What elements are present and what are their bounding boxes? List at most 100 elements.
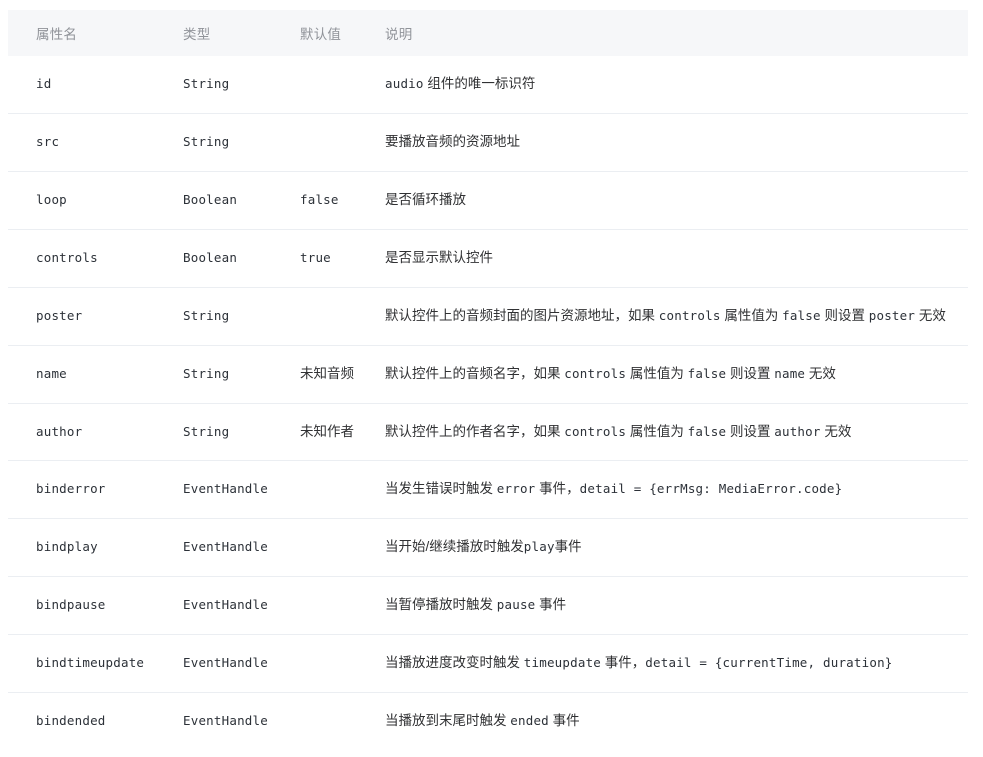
description-fragment: 当暂停播放时触发 [385,597,497,613]
table-row: loop Boolean false 是否循环播放 [8,171,968,230]
attribute-name-text: id [36,76,52,91]
description-fragment: 组件的唯一标识符 [423,76,536,91]
attribute-name-text: src [36,133,60,149]
description-fragment: 当发生错误时触发 [385,481,497,497]
table-row: poster String 默认控件上的音频封面的图片资源地址，如果 control… [8,287,968,346]
cell-description: 当发生错误时触发 error 事件，detail = {errMsg: Medi… [377,460,968,520]
table-row: name String 未知音频 默认控件上的音频名字，如果 controls 属性值… [8,345,968,404]
description-fragment: 要播放音频的资源地址 [385,133,520,149]
attribute-name-text: binderror [36,481,106,497]
cell-default-value [287,518,377,578]
description-fragment: 事件 [554,539,582,555]
attribute-table: 属性名 类型 默认值 说明 id String audio 组件的唯一标识符 src S… [8,10,968,750]
table-row: bindtimeupdate EventHandle 当播放进度改变时触发 time… [8,634,968,694]
description-fragment: 则设置 [820,307,869,323]
table-row: src String 要播放音频的资源地址 [8,113,968,172]
table-header-row: 属性名 类型 默认值 说明 [8,10,968,56]
cell-description: 是否循环播放 [377,171,968,230]
cell-attribute-type: EventHandle [166,518,287,578]
description-fragment: ended [510,713,549,729]
attribute-name-text: poster [36,307,83,323]
attribute-name-text: bindended [36,713,106,729]
description-fragment: 事件， [535,481,580,497]
table-row: binderror EventHandle 当发生错误时触发 error 事件，de… [8,460,968,520]
description-fragment: 当播放进度改变时触发 [385,655,524,671]
cell-attribute-name: bindpause [8,576,166,636]
attribute-type-text: EventHandle [183,481,268,497]
cell-default-value: true [287,229,377,288]
description-fragment: 无效 [915,307,946,323]
cell-description: 当播放到末尾时触发 ended 事件 [377,693,968,750]
cell-default-value [287,113,377,172]
cell-description: 是否显示默认控件 [377,229,968,288]
table-row: id String audio 组件的唯一标识符 [8,56,968,114]
cell-default-value [287,634,377,694]
column-header-description: 说明 [377,10,968,56]
description-fragment: 是否循环播放 [385,191,466,207]
description-fragment: controls [564,365,627,381]
attribute-name-text: author [36,423,83,439]
cell-default-value [287,576,377,636]
description-fragment: 事件 [535,597,567,613]
attribute-name-text: bindpause [36,597,106,613]
attribute-name-text: bindtimeupdate [36,655,145,671]
attribute-type-text: String [183,365,230,381]
table-row: bindended EventHandle 当播放到末尾时触发 ended 事件 [8,693,968,750]
attribute-type-text: String [183,133,230,149]
attribute-name-text: loop [36,191,67,207]
description-fragment: 是否显示默认控件 [385,249,493,265]
cell-attribute-type: String [166,56,287,114]
default-value-text: false [300,191,339,207]
cell-default-value [287,287,377,346]
cell-attribute-name: bindended [8,693,166,750]
attribute-type-text: Boolean [183,191,238,207]
attribute-name-text: bindplay [36,539,98,555]
description-fragment: 属性值为 [626,365,688,381]
description-fragment: pause [496,597,536,613]
cell-attribute-type: EventHandle [166,634,287,694]
attribute-table-container: 属性名 类型 默认值 说明 id String audio 组件的唯一标识符 src S… [0,0,983,750]
table-row: controls Boolean true 是否显示默认控件 [8,229,968,288]
cell-attribute-name: name [8,345,166,404]
description-fragment: 当开始/继续播放时触发 [385,539,524,555]
cell-default-value [287,460,377,520]
description-fragment: detail = {errMsg: MediaError.code} [579,481,843,497]
cell-description: 默认控件上的音频名字，如果 controls 属性值为 false 则设置 na… [377,345,968,404]
cell-attribute-type: String [166,113,287,172]
table-row: bindplay EventHandle 当开始/继续播放时触发play事件 [8,518,968,578]
cell-description: 当暂停播放时触发 pause 事件 [377,576,968,636]
cell-description: 要播放音频的资源地址 [377,113,968,172]
column-header-type: 类型 [166,10,287,56]
attribute-name-text: name [36,365,67,381]
cell-attribute-name: src [8,113,166,172]
description-fragment: 属性值为 [626,423,688,439]
description-fragment: 事件， [601,655,646,671]
cell-default-value: 未知音频 [287,345,377,404]
attribute-type-text: EventHandle [183,539,268,555]
cell-attribute-name: author [8,403,166,462]
cell-attribute-type: Boolean [166,171,287,230]
description-fragment: false [782,307,821,323]
description-fragment: name [774,365,806,381]
cell-attribute-name: bindplay [8,518,166,578]
cell-attribute-type: EventHandle [166,576,287,636]
cell-description: audio 组件的唯一标识符 [377,56,968,114]
table-row: bindpause EventHandle 当暂停播放时触发 pause 事件 [8,576,968,636]
cell-attribute-name: binderror [8,460,166,520]
column-header-default: 默认值 [287,10,377,56]
description-fragment: 无效 [805,365,836,381]
cell-attribute-name: controls [8,229,166,288]
description-fragment: author [774,423,821,439]
cell-description: 当播放进度改变时触发 timeupdate 事件，detail = {curre… [377,634,968,694]
description-fragment: 无效 [820,423,852,439]
description-fragment: detail = {currentTime, duration} [645,655,893,671]
attribute-type-text: EventHandle [183,655,268,671]
table-body: id String audio 组件的唯一标识符 src String 要播放音频的资源地… [8,56,968,750]
description-fragment: false [687,365,727,381]
description-fragment: false [687,423,727,439]
default-value-text: 未知音频 [300,365,354,381]
table-row: author String 未知作者 默认控件上的作者名字，如果 controls 属… [8,403,968,462]
description-fragment: timeupdate [523,655,602,671]
description-fragment: 默认控件上的音频封面的图片资源地址，如果 [385,307,659,323]
cell-attribute-type: EventHandle [166,693,287,750]
